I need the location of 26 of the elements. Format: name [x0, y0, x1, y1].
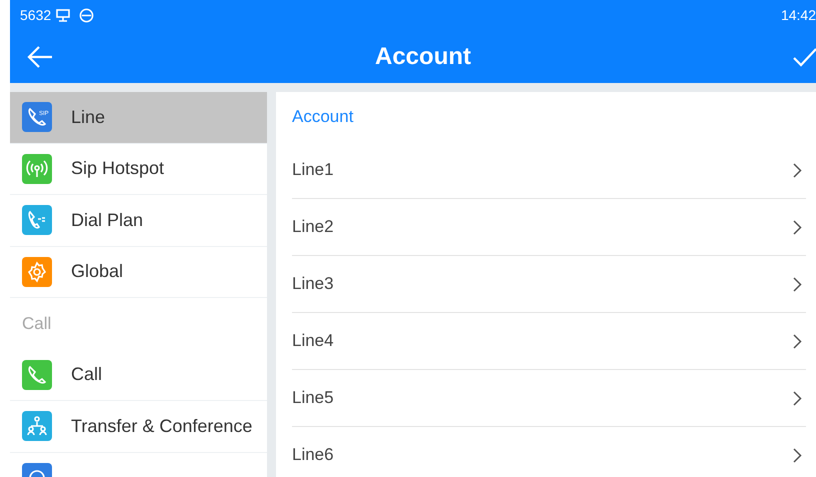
chevron-right-icon: [793, 448, 802, 462]
sidebar-item[interactable]: Global: [10, 246, 267, 298]
chevron-right-icon: [793, 162, 802, 178]
clock-time: 14:42: [780, 6, 816, 24]
chevron-right-icon: [793, 390, 802, 406]
page-title: Account: [375, 42, 471, 72]
line-row[interactable]: Line4: [292, 313, 806, 370]
back-arrow-icon[interactable]: [26, 44, 54, 68]
line-row[interactable]: Line5: [292, 370, 806, 427]
sidebar-item[interactable]: Call: [10, 350, 267, 401]
monitor-icon: [55, 8, 72, 22]
sidebar-item[interactable]: Dial Plan: [10, 195, 267, 246]
chevron-right-icon: [793, 220, 802, 234]
sidebar-item[interactable]: Transfer & Conference: [10, 401, 267, 452]
section-header: Call: [21, 313, 52, 335]
line-row[interactable]: Line1: [292, 142, 806, 199]
minus-circle-icon: [79, 8, 94, 22]
section-title: Account: [292, 106, 354, 128]
extension-number: 5632: [20, 6, 52, 24]
line-row[interactable]: Line6: [292, 427, 806, 477]
sidebar-item[interactable]: Sip Hotspot: [10, 144, 267, 195]
checkmark-icon[interactable]: [792, 46, 816, 66]
chevron-right-icon: [793, 334, 802, 348]
line-row[interactable]: Line3: [292, 256, 806, 313]
line-row[interactable]: Line2: [292, 199, 806, 256]
chevron-right-icon: [793, 276, 802, 292]
